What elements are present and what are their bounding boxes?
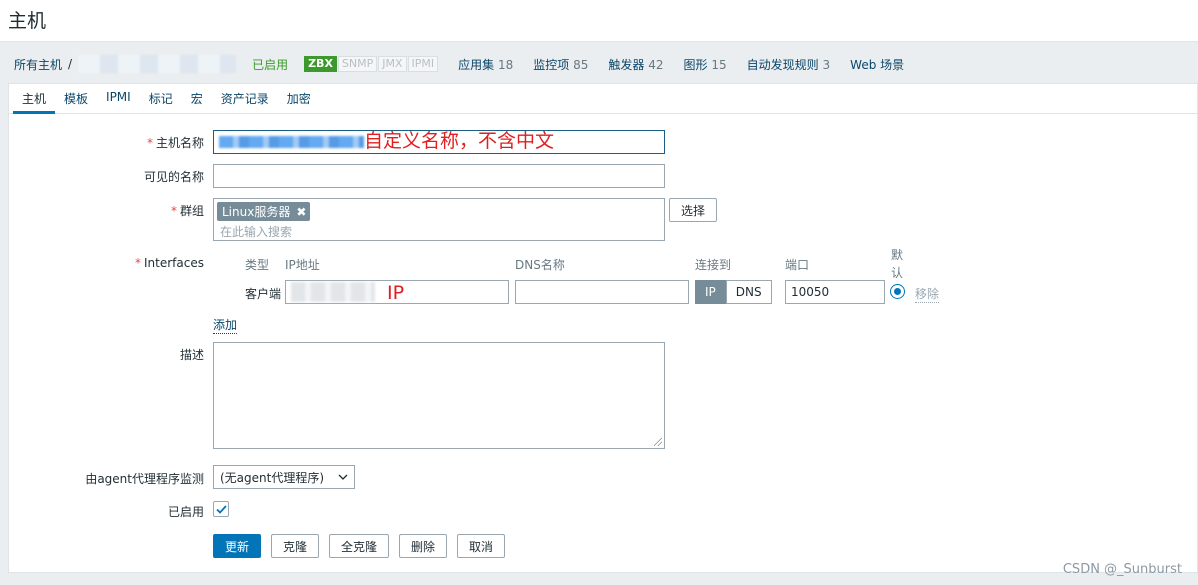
required-mark: * xyxy=(146,136,153,150)
badge-snmp: SNMP xyxy=(337,56,378,72)
proxy-label: 由agent代理程序监测 xyxy=(85,472,204,486)
cancel-button[interactable]: 取消 xyxy=(457,534,505,558)
checkmark-icon xyxy=(215,504,227,514)
groups-multiselect[interactable]: Linux服务器 ✖ 在此输入搜索 xyxy=(213,198,665,241)
breadcrumb-items[interactable]: 监控项 85 xyxy=(533,56,588,73)
visible-name-input[interactable] xyxy=(213,164,665,188)
description-textarea[interactable] xyxy=(213,342,665,449)
breadcrumb-graphs[interactable]: 图形 15 xyxy=(684,56,727,73)
breadcrumb-separator: / xyxy=(68,57,73,71)
interface-type: 客户端 xyxy=(245,287,282,301)
breadcrumb-web-scenarios[interactable]: Web 场景 xyxy=(850,56,904,73)
watermark: CSDN @_Sunburst xyxy=(1062,562,1182,577)
breadcrumb-graphs-count: 15 xyxy=(711,57,727,72)
breadcrumb-triggers[interactable]: 触发器 42 xyxy=(608,56,663,73)
enabled-label: 已启用 xyxy=(167,505,204,519)
badge-zbx: ZBX xyxy=(304,56,337,72)
chevron-down-icon xyxy=(338,474,348,480)
groups-search-placeholder[interactable]: 在此输入搜索 xyxy=(220,223,292,240)
breadcrumb-host-blurred[interactable] xyxy=(78,55,237,73)
tab-ipmi[interactable]: IPMI xyxy=(97,84,140,113)
breadcrumb-discovery-count: 3 xyxy=(822,57,831,72)
host-form-panel: 主机 模板 IPMI 标记 宏 资产记录 加密 * 主机名称 自定义名称，不含中文… xyxy=(8,83,1198,573)
interface-ip-blurred xyxy=(291,282,375,302)
tab-templates[interactable]: 模板 xyxy=(55,84,97,113)
full-clone-button[interactable]: 全克隆 xyxy=(329,534,389,558)
enabled-checkbox[interactable] xyxy=(213,501,229,517)
group-chip: Linux服务器 ✖ xyxy=(217,202,311,221)
tab-bar: 主机 模板 IPMI 标记 宏 资产记录 加密 xyxy=(9,84,1197,114)
connect-ip-button[interactable]: IP xyxy=(695,280,726,304)
host-name-label: * 主机名称 xyxy=(9,134,204,151)
interfaces-label-text: Interfaces xyxy=(144,256,204,270)
host-name-label-text: 主机名称 xyxy=(155,136,204,150)
breadcrumb: 所有主机 / 已启用 ZBX SNMP JMX IPMI 应用集 18 监控项 … xyxy=(0,45,1198,83)
select-groups-button[interactable]: 选择 xyxy=(669,198,717,222)
availability-badges: ZBX SNMP JMX IPMI xyxy=(304,56,439,72)
col-default-2: 认 xyxy=(891,266,904,280)
breadcrumb-items-label: 监控项 xyxy=(533,57,570,72)
proxy-select-value: (无agent代理程序) xyxy=(220,470,325,485)
remove-interface-link[interactable]: 移除 xyxy=(915,285,940,303)
tab-inventory[interactable]: 资产记录 xyxy=(212,84,278,113)
interface-ip-annotation: IP xyxy=(387,282,405,304)
clone-button[interactable]: 克隆 xyxy=(271,534,319,558)
tab-tags[interactable]: 标记 xyxy=(140,84,182,113)
required-mark: * xyxy=(170,204,177,218)
visible-name-label: 可见的名称 xyxy=(143,170,204,184)
col-default-1: 默 xyxy=(891,248,904,262)
breadcrumb-discovery[interactable]: 自动发现规则 3 xyxy=(747,56,830,73)
add-interface-link[interactable]: 添加 xyxy=(213,316,238,334)
interface-port-input[interactable]: 10050 xyxy=(785,280,885,304)
tab-encryption[interactable]: 加密 xyxy=(278,84,320,113)
tab-macros[interactable]: 宏 xyxy=(182,84,212,113)
badge-ipmi: IPMI xyxy=(407,56,439,72)
host-name-annotation: 自定义名称，不含中文 xyxy=(364,130,555,152)
connect-dns-button[interactable]: DNS xyxy=(725,280,772,304)
proxy-select[interactable]: (无agent代理程序) xyxy=(213,465,355,489)
page-title: 主机 xyxy=(0,0,1198,42)
resize-handle-icon[interactable] xyxy=(654,438,662,446)
col-type: 类型 xyxy=(245,258,270,272)
status-badge-enabled[interactable]: 已启用 xyxy=(252,56,288,73)
breadcrumb-discovery-label: 自动发现规则 xyxy=(746,57,819,72)
breadcrumb-all-hosts[interactable]: 所有主机 xyxy=(14,56,62,73)
interface-dns-input[interactable] xyxy=(515,280,689,304)
required-mark: * xyxy=(135,256,142,270)
col-port: 端口 xyxy=(785,258,810,272)
badge-jmx: JMX xyxy=(378,56,407,72)
breadcrumb-items-count: 85 xyxy=(573,57,589,72)
col-ip: IP地址 xyxy=(285,258,320,272)
interfaces-label: * Interfaces xyxy=(9,256,204,270)
breadcrumb-applications-count: 18 xyxy=(498,57,514,72)
breadcrumb-graphs-label: 图形 xyxy=(683,57,708,72)
default-interface-radio[interactable] xyxy=(890,284,905,299)
group-chip-label: Linux服务器 xyxy=(222,205,291,219)
breadcrumb-triggers-label: 触发器 xyxy=(608,57,645,72)
delete-button[interactable]: 删除 xyxy=(399,534,447,558)
tab-host[interactable]: 主机 xyxy=(13,84,56,114)
host-name-blurred xyxy=(219,136,364,148)
update-button[interactable]: 更新 xyxy=(213,534,261,558)
col-dns: DNS名称 xyxy=(515,258,565,272)
connect-to-toggle: IP DNS xyxy=(695,280,772,304)
groups-label: * 群组 xyxy=(9,202,204,219)
breadcrumb-applications[interactable]: 应用集 18 xyxy=(458,56,513,73)
breadcrumb-applications-label: 应用集 xyxy=(458,57,495,72)
col-connect: 连接到 xyxy=(695,258,732,272)
breadcrumb-triggers-count: 42 xyxy=(648,57,664,72)
close-icon[interactable]: ✖ xyxy=(296,205,306,219)
groups-label-text: 群组 xyxy=(179,204,204,218)
description-label: 描述 xyxy=(179,348,204,362)
breadcrumb-web-label: Web 场景 xyxy=(850,57,905,72)
